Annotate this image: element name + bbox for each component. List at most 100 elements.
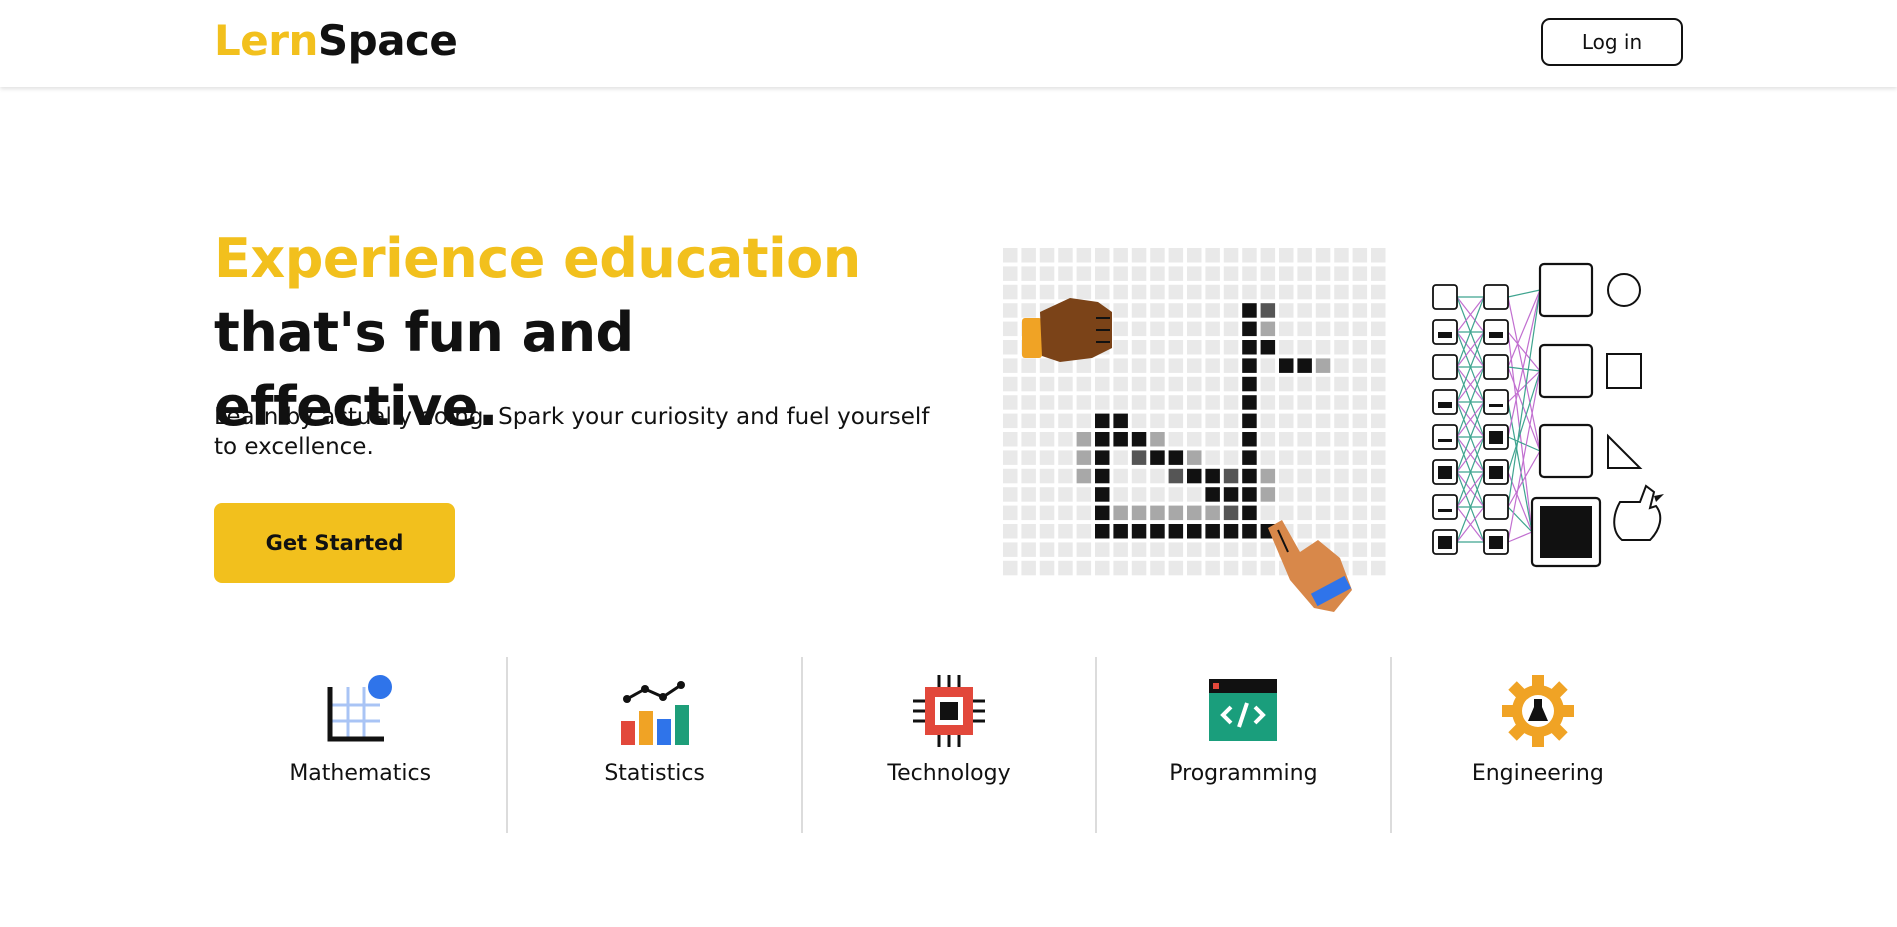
pixel-cell <box>1113 487 1128 502</box>
pixel-cell <box>1205 340 1220 355</box>
topic-technology[interactable]: Technology <box>800 657 1095 833</box>
pixel-cell <box>1352 340 1368 355</box>
pixel-cell <box>1021 450 1036 465</box>
pixel-cell <box>1315 395 1331 410</box>
pixel-cell <box>1021 376 1036 392</box>
pixel-cell <box>1113 560 1128 576</box>
pixel-cell <box>1003 358 1018 373</box>
pixel-cell <box>1150 487 1165 502</box>
pixel-cell <box>1076 542 1092 557</box>
pixel-cell <box>1242 358 1257 373</box>
pixel-cell <box>1205 321 1220 337</box>
pixel-cell <box>1315 524 1331 539</box>
pixel-cell <box>1187 376 1202 392</box>
pixel-cell <box>1150 358 1165 373</box>
pixel-cell <box>1205 524 1220 539</box>
pixel-cell <box>1187 468 1202 484</box>
pixel-cell <box>1168 542 1184 557</box>
pixel-cell <box>1242 487 1257 502</box>
pixel-cell <box>1297 413 1312 429</box>
pixel-cell <box>1223 505 1239 521</box>
pixel-cell <box>1242 413 1257 429</box>
pixel-cell <box>1076 284 1092 300</box>
pixel-cell <box>1058 266 1073 281</box>
pixel-cell <box>1039 487 1055 502</box>
pixel-cell <box>1150 413 1165 429</box>
pixel-cell <box>1113 468 1128 484</box>
pixel-cell <box>1003 560 1018 576</box>
shape-outputs <box>1606 273 1664 541</box>
pixel-cell <box>1371 505 1386 521</box>
pixel-cell <box>1279 450 1294 465</box>
pixel-cell <box>1279 395 1294 410</box>
pixel-cell <box>1205 376 1220 392</box>
pixel-cell <box>1113 450 1128 465</box>
pixel-cell <box>1039 358 1055 373</box>
pixel-cell <box>1315 487 1331 502</box>
pixel-cell <box>1131 505 1147 521</box>
pixel-cell <box>1095 266 1110 281</box>
pixel-cell <box>1279 266 1294 281</box>
pixel-cell <box>1113 248 1128 263</box>
pixel-cell <box>1315 505 1331 521</box>
pixel-cell <box>1168 376 1184 392</box>
get-started-button[interactable]: Get Started <box>214 503 455 583</box>
pixel-cell <box>1242 340 1257 355</box>
pixel-cell <box>1371 266 1386 281</box>
pixel-cell <box>1371 487 1386 502</box>
pixel-cell <box>1131 376 1147 392</box>
pixel-cell <box>1021 468 1036 484</box>
pixel-cell <box>1279 321 1294 337</box>
pixel-cell <box>1315 248 1331 263</box>
pixel-cell <box>1131 542 1147 557</box>
pixel-cell <box>1260 450 1276 465</box>
pixel-cell <box>1297 303 1312 318</box>
logo[interactable]: LernSpace <box>214 16 458 65</box>
pixel-cell <box>1352 303 1368 318</box>
pixel-cell <box>1113 266 1128 281</box>
topic-programming[interactable]: Programming <box>1095 657 1389 833</box>
pixel-cell <box>1223 284 1239 300</box>
network-output-node <box>1538 423 1594 479</box>
topic-statistics[interactable]: Statistics <box>506 657 800 833</box>
pixel-cell <box>1279 487 1294 502</box>
pixel-cell <box>1095 284 1110 300</box>
pixel-cell <box>1168 413 1184 429</box>
pixel-cell <box>1371 413 1386 429</box>
pixel-cell <box>1187 413 1202 429</box>
login-button[interactable]: Log in <box>1541 18 1683 66</box>
pixel-cell <box>1260 376 1276 392</box>
pixel-cell <box>1242 321 1257 337</box>
network-output-node <box>1538 262 1594 318</box>
network-output-node <box>1538 343 1594 399</box>
pixel-cell <box>1131 358 1147 373</box>
pixel-cell <box>1003 468 1018 484</box>
pixel-cell <box>1095 524 1110 539</box>
topic-engineering[interactable]: Engineering <box>1389 657 1684 833</box>
pixel-cell <box>1315 432 1331 447</box>
pixel-cell <box>1334 266 1349 281</box>
pixel-cell <box>1223 432 1239 447</box>
network-node <box>1432 354 1458 380</box>
pixel-cell <box>1150 266 1165 281</box>
pixel-cell <box>1003 432 1018 447</box>
pixel-cell <box>1021 266 1036 281</box>
pixel-cell <box>1131 266 1147 281</box>
hero-subtitle: Learn by actually doing. Spark your curi… <box>214 404 930 460</box>
pixel-cell <box>1058 395 1073 410</box>
pixel-cell <box>1131 413 1147 429</box>
pixel-cell <box>1242 266 1257 281</box>
logo-part-lern: Lern <box>214 16 318 65</box>
pixel-cell <box>1352 432 1368 447</box>
topic-label: Statistics <box>604 761 705 786</box>
pixel-cell <box>1168 395 1184 410</box>
pixel-cell <box>1242 376 1257 392</box>
pixel-cell <box>1058 505 1073 521</box>
topic-mathematics[interactable]: Mathematics <box>214 657 506 833</box>
pixel-cell <box>1279 340 1294 355</box>
pixel-cell <box>1315 413 1331 429</box>
pixel-cell <box>1150 524 1165 539</box>
pixel-cell <box>1334 248 1349 263</box>
pixel-cell <box>1003 450 1018 465</box>
pixel-cell <box>1003 284 1018 300</box>
